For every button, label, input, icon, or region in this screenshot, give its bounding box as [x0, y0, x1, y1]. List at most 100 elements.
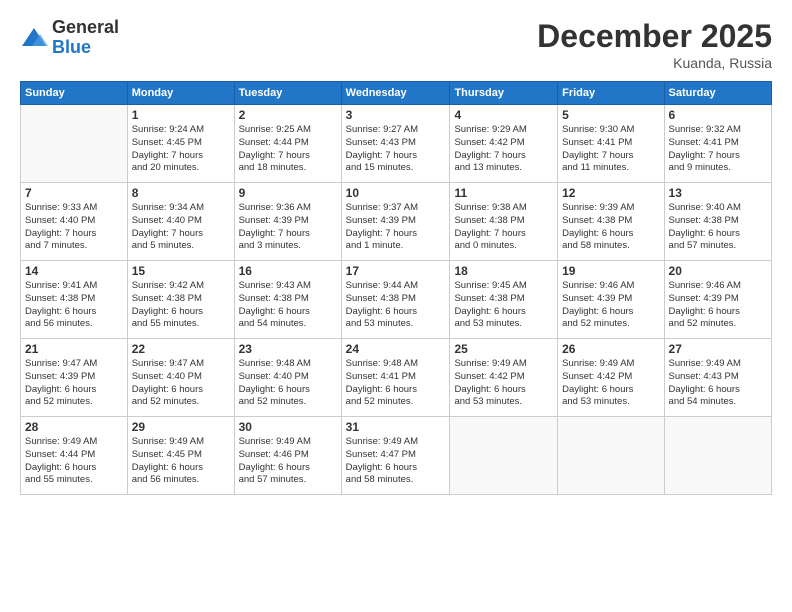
calendar-cell: 5 Sunrise: 9:30 AM Sunset: 4:41 PM Daylig…: [558, 105, 664, 183]
calendar-cell: 10 Sunrise: 9:37 AM Sunset: 4:39 PM Dayli…: [341, 183, 450, 261]
day-number: 3: [346, 108, 446, 122]
day-info: Sunrise: 9:46 AM Sunset: 4:39 PM Dayligh…: [562, 280, 659, 331]
day-number: 16: [239, 264, 337, 278]
day-number: 18: [454, 264, 553, 278]
day-info: Sunrise: 9:47 AM Sunset: 4:39 PM Dayligh…: [25, 358, 123, 409]
day-info: Sunrise: 9:44 AM Sunset: 4:38 PM Dayligh…: [346, 280, 446, 331]
month-title: December 2025: [537, 18, 772, 55]
day-info: Sunrise: 9:37 AM Sunset: 4:39 PM Dayligh…: [346, 202, 446, 253]
day-info: Sunrise: 9:27 AM Sunset: 4:43 PM Dayligh…: [346, 124, 446, 175]
day-info: Sunrise: 9:43 AM Sunset: 4:38 PM Dayligh…: [239, 280, 337, 331]
day-info: Sunrise: 9:24 AM Sunset: 4:45 PM Dayligh…: [132, 124, 230, 175]
location: Kuanda, Russia: [537, 55, 772, 71]
day-info: Sunrise: 9:36 AM Sunset: 4:39 PM Dayligh…: [239, 202, 337, 253]
day-info: Sunrise: 9:49 AM Sunset: 4:45 PM Dayligh…: [132, 436, 230, 487]
calendar-cell: 14 Sunrise: 9:41 AM Sunset: 4:38 PM Dayli…: [21, 261, 128, 339]
day-number: 15: [132, 264, 230, 278]
day-number: 24: [346, 342, 446, 356]
day-info: Sunrise: 9:49 AM Sunset: 4:47 PM Dayligh…: [346, 436, 446, 487]
day-number: 17: [346, 264, 446, 278]
day-number: 27: [669, 342, 767, 356]
calendar-cell: 9 Sunrise: 9:36 AM Sunset: 4:39 PM Daylig…: [234, 183, 341, 261]
calendar-cell: [21, 105, 128, 183]
calendar-cell: 30Sunrise: 9:49 AM Sunset: 4:46 PM Dayli…: [234, 417, 341, 495]
day-number: 25: [454, 342, 553, 356]
day-info: Sunrise: 9:49 AM Sunset: 4:44 PM Dayligh…: [25, 436, 123, 487]
calendar-cell: 8Sunrise: 9:34 AM Sunset: 4:40 PM Daylig…: [127, 183, 234, 261]
day-number: 29: [132, 420, 230, 434]
day-info: Sunrise: 9:49 AM Sunset: 4:42 PM Dayligh…: [454, 358, 553, 409]
day-number: 7: [25, 186, 123, 200]
calendar-cell: 31 Sunrise: 9:49 AM Sunset: 4:47 PM Dayli…: [341, 417, 450, 495]
calendar-cell: 22 Sunrise: 9:47 AM Sunset: 4:40 PM Dayli…: [127, 339, 234, 417]
day-number: 9: [239, 186, 337, 200]
logo-text: General Blue: [52, 18, 119, 58]
calendar-cell: 28Sunrise: 9:49 AM Sunset: 4:44 PM Dayli…: [21, 417, 128, 495]
day-number: 1: [132, 108, 230, 122]
calendar-cell: 7 Sunrise: 9:33 AM Sunset: 4:40 PM Daylig…: [21, 183, 128, 261]
calendar-cell: 26 Sunrise: 9:49 AM Sunset: 4:42 PM Dayli…: [558, 339, 664, 417]
day-number: 22: [132, 342, 230, 356]
calendar-table: SundayMondayTuesdayWednesdayThursdayFrid…: [20, 81, 772, 495]
calendar-cell: 6 Sunrise: 9:32 AM Sunset: 4:41 PM Daylig…: [664, 105, 771, 183]
day-info: Sunrise: 9:33 AM Sunset: 4:40 PM Dayligh…: [25, 202, 123, 253]
day-number: 20: [669, 264, 767, 278]
calendar-cell: 13Sunrise: 9:40 AM Sunset: 4:38 PM Dayli…: [664, 183, 771, 261]
day-info: Sunrise: 9:30 AM Sunset: 4:41 PM Dayligh…: [562, 124, 659, 175]
calendar-week-3: 14 Sunrise: 9:41 AM Sunset: 4:38 PM Dayli…: [21, 261, 772, 339]
day-info: Sunrise: 9:47 AM Sunset: 4:40 PM Dayligh…: [132, 358, 230, 409]
day-info: Sunrise: 9:25 AM Sunset: 4:44 PM Dayligh…: [239, 124, 337, 175]
day-number: 12: [562, 186, 659, 200]
day-info: Sunrise: 9:41 AM Sunset: 4:38 PM Dayligh…: [25, 280, 123, 331]
day-number: 4: [454, 108, 553, 122]
day-number: 2: [239, 108, 337, 122]
day-info: Sunrise: 9:32 AM Sunset: 4:41 PM Dayligh…: [669, 124, 767, 175]
day-number: 8: [132, 186, 230, 200]
day-number: 30: [239, 420, 337, 434]
calendar-cell: 23Sunrise: 9:48 AM Sunset: 4:40 PM Dayli…: [234, 339, 341, 417]
page: General Blue December 2025 Kuanda, Russi…: [0, 0, 792, 612]
calendar-cell: 11 Sunrise: 9:38 AM Sunset: 4:38 PM Dayli…: [450, 183, 558, 261]
day-info: Sunrise: 9:49 AM Sunset: 4:43 PM Dayligh…: [669, 358, 767, 409]
calendar-cell: 21 Sunrise: 9:47 AM Sunset: 4:39 PM Dayli…: [21, 339, 128, 417]
calendar-cell: 2 Sunrise: 9:25 AM Sunset: 4:44 PM Daylig…: [234, 105, 341, 183]
day-info: Sunrise: 9:40 AM Sunset: 4:38 PM Dayligh…: [669, 202, 767, 253]
calendar-header-sunday: Sunday: [21, 82, 128, 105]
day-number: 6: [669, 108, 767, 122]
day-info: Sunrise: 9:49 AM Sunset: 4:42 PM Dayligh…: [562, 358, 659, 409]
calendar-header-friday: Friday: [558, 82, 664, 105]
calendar-header-wednesday: Wednesday: [341, 82, 450, 105]
calendar-cell: 25 Sunrise: 9:49 AM Sunset: 4:42 PM Dayli…: [450, 339, 558, 417]
calendar-cell: 1 Sunrise: 9:24 AM Sunset: 4:45 PM Daylig…: [127, 105, 234, 183]
calendar-week-2: 7 Sunrise: 9:33 AM Sunset: 4:40 PM Daylig…: [21, 183, 772, 261]
day-number: 26: [562, 342, 659, 356]
title-block: December 2025 Kuanda, Russia: [537, 18, 772, 71]
day-number: 21: [25, 342, 123, 356]
calendar-cell: 24 Sunrise: 9:48 AM Sunset: 4:41 PM Dayli…: [341, 339, 450, 417]
day-number: 19: [562, 264, 659, 278]
calendar-cell: 16 Sunrise: 9:43 AM Sunset: 4:38 PM Dayli…: [234, 261, 341, 339]
calendar-week-1: 1 Sunrise: 9:24 AM Sunset: 4:45 PM Daylig…: [21, 105, 772, 183]
calendar-week-5: 28Sunrise: 9:49 AM Sunset: 4:44 PM Dayli…: [21, 417, 772, 495]
calendar-cell: [450, 417, 558, 495]
day-info: Sunrise: 9:48 AM Sunset: 4:41 PM Dayligh…: [346, 358, 446, 409]
calendar-cell: 4 Sunrise: 9:29 AM Sunset: 4:42 PM Daylig…: [450, 105, 558, 183]
calendar-cell: [558, 417, 664, 495]
calendar-cell: [664, 417, 771, 495]
calendar-cell: 19 Sunrise: 9:46 AM Sunset: 4:39 PM Dayli…: [558, 261, 664, 339]
logo: General Blue: [20, 18, 119, 58]
logo-general: General: [52, 18, 119, 38]
header: General Blue December 2025 Kuanda, Russi…: [20, 18, 772, 71]
day-number: 10: [346, 186, 446, 200]
day-number: 31: [346, 420, 446, 434]
day-info: Sunrise: 9:29 AM Sunset: 4:42 PM Dayligh…: [454, 124, 553, 175]
calendar-cell: 15Sunrise: 9:42 AM Sunset: 4:38 PM Dayli…: [127, 261, 234, 339]
calendar-cell: 18Sunrise: 9:45 AM Sunset: 4:38 PM Dayli…: [450, 261, 558, 339]
day-number: 5: [562, 108, 659, 122]
day-number: 14: [25, 264, 123, 278]
day-info: Sunrise: 9:39 AM Sunset: 4:38 PM Dayligh…: [562, 202, 659, 253]
day-number: 11: [454, 186, 553, 200]
logo-icon: [20, 24, 48, 52]
day-info: Sunrise: 9:38 AM Sunset: 4:38 PM Dayligh…: [454, 202, 553, 253]
calendar-cell: 17 Sunrise: 9:44 AM Sunset: 4:38 PM Dayli…: [341, 261, 450, 339]
